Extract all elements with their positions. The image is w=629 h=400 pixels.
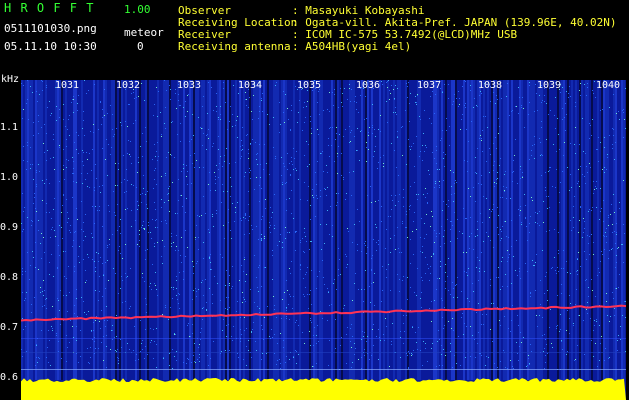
y-tick-label: 0.7 (0, 322, 19, 333)
y-tick-label: 1.0 (0, 172, 19, 183)
x-tick-label: 1035 (297, 80, 322, 91)
meteor-label: meteor (124, 26, 164, 39)
hroft-screen: { "header": { "app_title": "H R O F F T"… (0, 0, 629, 400)
filename-label: 0511101030.png (4, 22, 97, 35)
x-tick-label: 1031 (55, 80, 80, 91)
y-tick-label: 1.1 (0, 122, 19, 133)
y-tick-label: 0.9 (0, 222, 19, 233)
x-tick-label: 1040 (596, 80, 621, 91)
app-title: H R O F F T (4, 1, 95, 15)
meteor-count: 0 (137, 40, 144, 53)
x-tick-label: 1032 (116, 80, 141, 91)
noise-floor-band (21, 378, 626, 400)
x-tick-label: 1036 (356, 80, 381, 91)
x-tick-label: 1038 (478, 80, 503, 91)
spectrogram-plot (21, 80, 626, 400)
y-axis-label: kHz (1, 74, 20, 85)
y-tick-label: 0.6 (0, 372, 19, 383)
antenna-value: : A504HB(yagi 4el) (292, 40, 412, 53)
app-version: 1.00 (124, 3, 151, 16)
x-tick-label: 1034 (238, 80, 263, 91)
x-tick-label: 1037 (417, 80, 442, 91)
antenna-label: Receiving antenna (178, 40, 291, 53)
timestamp-label: 05.11.10 10:30 (4, 40, 97, 53)
y-tick-label: 0.8 (0, 272, 19, 283)
spectrogram-svg (21, 80, 626, 400)
x-tick-label: 1039 (537, 80, 562, 91)
x-tick-label: 1033 (177, 80, 202, 91)
